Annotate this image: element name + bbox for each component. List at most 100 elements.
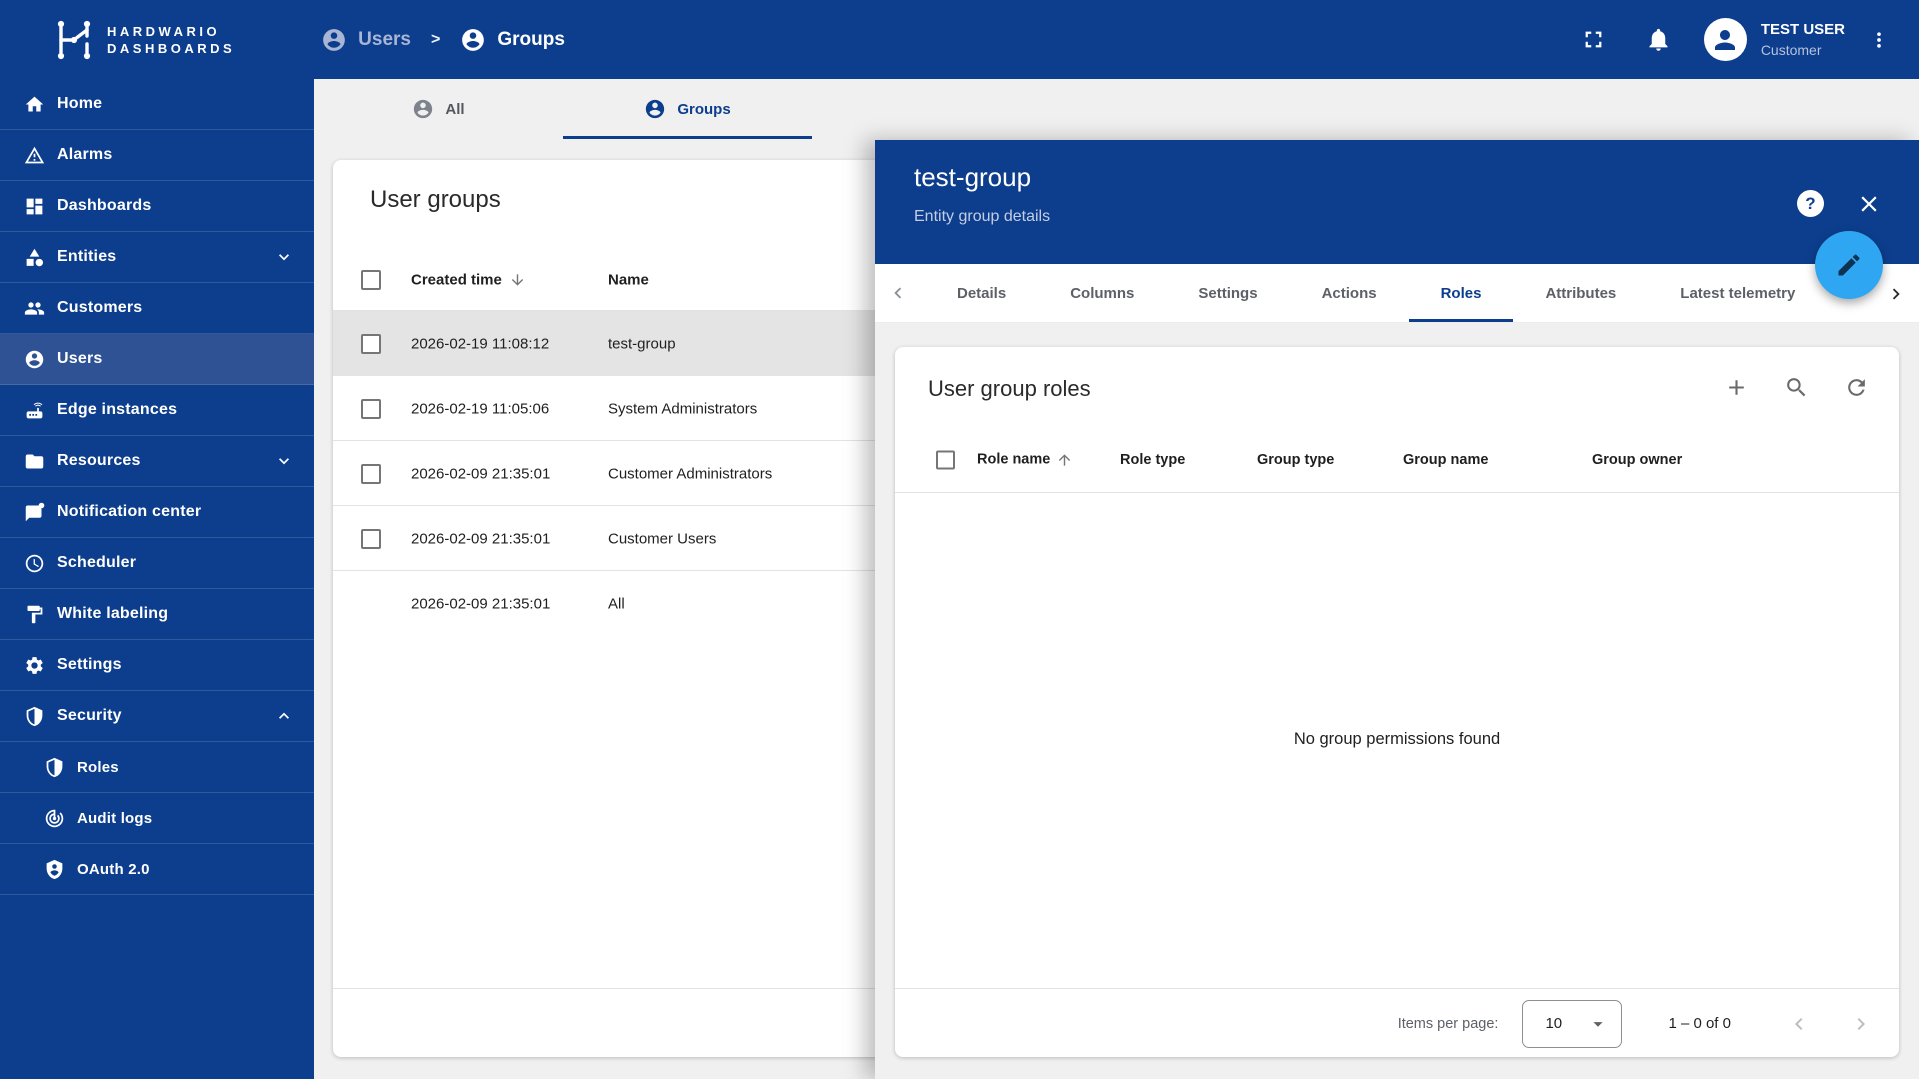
column-role-name[interactable]: Role name — [977, 451, 1073, 468]
sidebar-item-resources[interactable]: Resources — [0, 436, 314, 487]
sidebar-item-dashboards[interactable]: Dashboards — [0, 181, 314, 232]
user-groups-title: User groups — [370, 186, 501, 213]
topbar-actions: TEST USER Customer — [1580, 18, 1889, 61]
tab-roles[interactable]: Roles — [1408, 264, 1514, 322]
sidebar-item-label: Audit logs — [77, 809, 153, 827]
breadcrumb-users-label: Users — [358, 28, 411, 50]
column-group-name[interactable]: Group name — [1403, 452, 1488, 468]
row-checkbox[interactable] — [361, 463, 381, 484]
tab-latest-telemetry[interactable]: Latest telemetry — [1648, 264, 1827, 322]
sidebar-item-oauth[interactable]: OAuth 2.0 — [0, 844, 314, 895]
row-name: Customer Administrators — [608, 465, 773, 482]
category-icon — [24, 247, 45, 268]
sidebar-item-settings[interactable]: Settings — [0, 640, 314, 691]
sidebar-item-white-labeling[interactable]: White labeling — [0, 589, 314, 640]
user-role: Customer — [1760, 41, 1822, 58]
chevron-up-icon — [274, 706, 294, 726]
user-avatar[interactable] — [1703, 18, 1747, 61]
row-checkbox[interactable] — [361, 333, 381, 354]
row-name: All — [608, 595, 625, 612]
sidebar-item-entities[interactable]: Entities — [0, 232, 314, 283]
items-per-page-label: Items per page: — [1397, 1015, 1499, 1032]
row-checkbox[interactable] — [361, 528, 381, 549]
previous-page-icon[interactable] — [1787, 1012, 1811, 1036]
fullscreen-icon[interactable] — [1580, 26, 1607, 53]
dashboard-icon — [24, 196, 45, 217]
screen: HARDWARIO DASHBOARDS Users > Groups TEST… — [0, 0, 1919, 1079]
edit-fab-button[interactable] — [1815, 231, 1883, 299]
home-icon — [24, 94, 45, 115]
chevron-down-icon — [274, 247, 294, 267]
tab-details[interactable]: Details — [925, 264, 1038, 322]
sidebar-item-scheduler[interactable]: Scheduler — [0, 538, 314, 589]
column-role-name-label: Role name — [977, 451, 1051, 468]
sidebar-item-alarms[interactable]: Alarms — [0, 130, 314, 181]
sidebar-item-label: Settings — [57, 656, 122, 673]
row-created-time: 2026-02-09 21:35:01 — [411, 595, 551, 612]
column-name[interactable]: Name — [608, 272, 649, 289]
tab-attributes[interactable]: Attributes — [1513, 264, 1648, 322]
roles-card-title: User group roles — [928, 376, 1091, 401]
sidebar-item-label: Scheduler — [57, 554, 137, 571]
user-block[interactable]: TEST USER Customer — [1761, 20, 1845, 60]
sidebar-item-edge-instances[interactable]: Edge instances — [0, 385, 314, 436]
page-range-text: 1 – 0 of 0 — [1668, 1015, 1731, 1032]
sidebar-item-label: Roles — [77, 758, 119, 776]
column-created-time-label: Created time — [411, 271, 502, 289]
sidebar-item-label: Security — [57, 707, 122, 724]
breadcrumb-groups[interactable]: Groups — [460, 27, 565, 53]
column-group-type[interactable]: Group type — [1257, 452, 1334, 468]
column-group-owner[interactable]: Group owner — [1592, 452, 1682, 468]
select-all-checkbox[interactable] — [936, 450, 955, 469]
breadcrumb-users[interactable]: Users — [321, 27, 411, 53]
sidebar-item-label: Users — [57, 350, 103, 367]
gear-icon — [24, 655, 45, 676]
column-role-type-label: Role type — [1120, 451, 1186, 468]
sidebar-item-label: Alarms — [57, 146, 113, 163]
refresh-icon[interactable] — [1844, 375, 1869, 400]
shield-icon — [44, 757, 65, 778]
sidebar-item-notification-center[interactable]: Notification center — [0, 487, 314, 538]
column-group-type-label: Group type — [1257, 451, 1335, 468]
pencil-icon — [1835, 251, 1863, 279]
row-name: test-group — [608, 335, 676, 352]
tab-groups[interactable]: Groups — [563, 79, 812, 139]
close-icon[interactable] — [1856, 191, 1882, 217]
sidebar-item-label: OAuth 2.0 — [77, 860, 150, 878]
user-group-roles-card: User group roles Role name Role type Gro… — [895, 347, 1899, 1057]
warning-icon — [24, 145, 45, 166]
notifications-bell-icon[interactable] — [1645, 26, 1672, 53]
sidebar-item-audit-logs[interactable]: Audit logs — [0, 793, 314, 844]
column-role-type[interactable]: Role type — [1120, 452, 1185, 468]
shield-person-icon — [44, 859, 65, 880]
tabs-scroll-left-icon[interactable] — [887, 282, 909, 304]
sort-asc-icon — [1056, 451, 1073, 468]
tab-all[interactable]: All — [314, 79, 563, 139]
row-checkbox[interactable] — [361, 398, 381, 419]
column-created-time[interactable]: Created time — [411, 272, 526, 289]
search-icon[interactable] — [1784, 375, 1809, 400]
more-vert-icon[interactable] — [1869, 27, 1889, 53]
sidebar-item-label: Dashboards — [57, 197, 152, 214]
next-page-icon[interactable] — [1849, 1012, 1873, 1036]
sidebar-item-roles[interactable]: Roles — [0, 742, 314, 793]
tab-groups-label: Groups — [677, 100, 731, 118]
add-icon[interactable] — [1724, 375, 1749, 400]
people-icon — [24, 298, 45, 319]
caret-down-icon — [1587, 1013, 1609, 1035]
tab-actions[interactable]: Actions — [1290, 264, 1409, 322]
sidebar-item-users[interactable]: Users — [0, 334, 314, 385]
sidebar-item-security[interactable]: Security — [0, 691, 314, 742]
tab-settings[interactable]: Settings — [1166, 264, 1289, 322]
select-all-checkbox[interactable] — [361, 270, 381, 290]
tabs-scroll-right-icon[interactable] — [1885, 283, 1907, 305]
sidebar-item-customers[interactable]: Customers — [0, 283, 314, 334]
hardwario-logo[interactable]: HARDWARIO DASHBOARDS — [54, 18, 235, 62]
avatar-person-icon — [1710, 25, 1740, 55]
sidebar-item-home[interactable]: Home — [0, 79, 314, 130]
items-per-page-select[interactable]: 10 — [1522, 999, 1623, 1048]
account-circle-icon — [321, 27, 347, 53]
help-icon[interactable]: ? — [1797, 190, 1824, 217]
breadcrumb-groups-label: Groups — [497, 28, 565, 50]
tab-columns[interactable]: Columns — [1038, 264, 1166, 322]
